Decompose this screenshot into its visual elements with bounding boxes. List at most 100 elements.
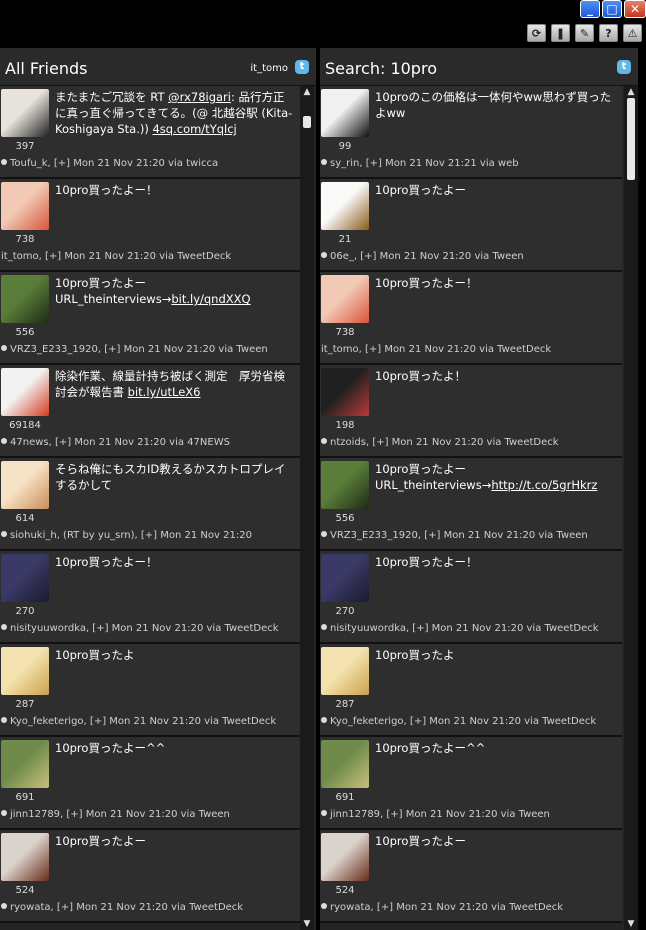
avatar[interactable] (321, 461, 369, 509)
tweet[interactable]: 287 10pro買ったよ Kyo_feketerigo, [+] Mon 21 N… (320, 644, 622, 737)
tweet-meta[interactable]: Kyo_feketerigo, [+] Mon 21 Nov 21:20 via… (321, 716, 620, 727)
pause-button[interactable]: ❚ (551, 24, 570, 42)
unread-dot-icon (321, 810, 327, 816)
scrollbar[interactable]: ▲ ▼ (300, 86, 314, 930)
settings-button[interactable]: ✎ (575, 24, 594, 42)
tweet-meta[interactable]: 47news, [+] Mon 21 Nov 21:20 via 47NEWS (1, 437, 298, 448)
tweet-meta[interactable]: Toufu_k, [+] Mon 21 Nov 21:20 via twicca (1, 158, 298, 169)
tweet[interactable]: 270 10pro買ったよー！ nisityuuwordka, [+] Mon 21… (320, 551, 622, 644)
unread-dot-icon (321, 531, 327, 537)
avatar[interactable] (1, 740, 49, 788)
avatar[interactable] (321, 647, 369, 695)
warning-button[interactable]: ⚠ (623, 24, 642, 42)
tweet-meta[interactable]: VRZ3_E233_1920, [+] Mon 21 Nov 21:20 via… (1, 344, 298, 355)
unread-dot-icon (321, 159, 327, 165)
tweet[interactable]: 738 10pro買ったよー！ it_tomo, [+] Mon 21 Nov 21… (320, 272, 622, 365)
refresh-button[interactable]: ⟳ (527, 24, 546, 42)
tweet-meta[interactable]: ryowata, [+] Mon 21 Nov 21:20 via TweetD… (321, 902, 620, 913)
url-link[interactable]: bit.ly/utLeX6 (128, 385, 201, 399)
avatar[interactable] (1, 368, 49, 416)
maximize-button[interactable]: □ (602, 0, 622, 18)
scroll-down-icon[interactable]: ▼ (624, 918, 638, 930)
tweet-text: 10proのこの価格は一体何やww思わず買ったよww (375, 89, 616, 121)
tweet-meta[interactable]: it_tomo, [+] Mon 21 Nov 21:20 via TweetD… (1, 251, 298, 262)
follower-count: 556 (335, 513, 355, 524)
tweet-text: 10pro買ったよー！ (375, 554, 616, 570)
unread-dot-icon (1, 531, 7, 537)
avatar[interactable] (321, 275, 369, 323)
tweet[interactable]: 287 10pro買ったよ Kyo_feketerigo, [+] Mon 21 N… (0, 644, 300, 737)
tweet[interactable]: 691 10pro買ったよー^^ jinn12789, [+] Mon 21 Nov… (0, 737, 300, 830)
tweet-list[interactable]: 397 またまたご冗談を RT @rx78igari: 品行方正に真っ直ぐ帰ってき… (0, 86, 300, 930)
tweet-meta-text: VRZ3_E233_1920, [+] Mon 21 Nov 21:20 via… (330, 530, 588, 541)
tweet-meta[interactable]: jinn12789, [+] Mon 21 Nov 21:20 via Twee… (321, 809, 620, 820)
mention-link[interactable]: @rx78igari (168, 90, 231, 104)
tweet[interactable]: 21 10pro買ったよー 06e_, [+] Mon 21 Nov 21:20 v… (320, 179, 622, 272)
avatar[interactable] (321, 368, 369, 416)
tweet-meta-text: siohuki_h, (RT by yu_srn), [+] Mon 21 No… (10, 530, 252, 541)
tweet-list[interactable]: 99 10proのこの価格は一体何やww思わず買ったよww sy_rin, [+] … (320, 86, 622, 930)
tweet-meta[interactable]: jinn12789, [+] Mon 21 Nov 21:20 via Twee… (1, 809, 298, 820)
toolbar: ⟳ ❚ ✎? ⚠ (0, 18, 646, 46)
avatar[interactable] (1, 275, 49, 323)
tweet[interactable]: 556 10pro買ったよー URL_theinterviews→bit.ly/q… (0, 272, 300, 365)
tweet-meta[interactable]: 06e_, [+] Mon 21 Nov 21:20 via Tween (321, 251, 620, 262)
tweet-meta[interactable]: nisityuuwordka, [+] Mon 21 Nov 21:20 via… (1, 623, 298, 634)
scrollbar[interactable]: ▲ ▼ (624, 86, 638, 930)
scroll-up-icon[interactable]: ▲ (300, 86, 314, 98)
scroll-down-icon[interactable]: ▼ (300, 918, 314, 930)
follower-count: 270 (335, 606, 355, 617)
avatar[interactable] (1, 647, 49, 695)
help-button[interactable]: ? (599, 24, 618, 42)
avatar[interactable] (321, 182, 369, 230)
minimize-button[interactable]: _ (580, 0, 600, 18)
tweet[interactable]: 524 10pro買ったよー ryowata, [+] Mon 21 Nov 21:… (0, 830, 300, 923)
follower-count: 270 (15, 606, 35, 617)
tweet[interactable]: 397 またまたご冗談を RT @rx78igari: 品行方正に真っ直ぐ帰ってき… (0, 86, 300, 179)
tweet-text: 10pro買ったよー^^ (55, 740, 294, 756)
url-link[interactable]: bit.ly/qndXXQ (171, 292, 250, 306)
twitter-bird-icon[interactable]: t (617, 60, 631, 74)
avatar[interactable] (1, 89, 49, 137)
avatar[interactable] (1, 554, 49, 602)
scroll-thumb[interactable] (303, 116, 311, 128)
toolbar-buttons: ⟳ ❚ ✎? ⚠ (522, 24, 642, 42)
tweet-meta[interactable]: Kyo_feketerigo, [+] Mon 21 Nov 21:20 via… (1, 716, 298, 727)
tweet[interactable]: 614 そらね俺にもスカID教えるかスカトロプレイするかして siohuki_h, … (0, 458, 300, 551)
tweet[interactable]: 99 10proのこの価格は一体何やww思わず買ったよww sy_rin, [+] … (320, 86, 622, 179)
scroll-thumb[interactable] (627, 98, 635, 180)
avatar[interactable] (321, 89, 369, 137)
tweet-meta[interactable]: it_tomo, [+] Mon 21 Nov 21:20 via TweetD… (321, 344, 620, 355)
tweet-meta[interactable]: ryowata, [+] Mon 21 Nov 21:20 via TweetD… (1, 902, 298, 913)
scroll-up-icon[interactable]: ▲ (624, 86, 638, 98)
twitter-bird-icon[interactable]: t (295, 60, 309, 74)
url-link[interactable]: http://t.co/5grHkrz (491, 478, 597, 492)
maximize-icon: □ (606, 2, 618, 16)
tweet-meta[interactable]: ntzoids, [+] Mon 21 Nov 21:20 via TweetD… (321, 437, 620, 448)
tweet-meta[interactable]: VRZ3_E233_1920, [+] Mon 21 Nov 21:20 via… (321, 530, 620, 541)
avatar[interactable] (1, 833, 49, 881)
tweet-text: 10pro買ったよー (375, 182, 616, 198)
tweet[interactable]: 198 10pro買ったよ！ ntzoids, [+] Mon 21 Nov 21:… (320, 365, 622, 458)
avatar[interactable] (1, 461, 49, 509)
close-button[interactable]: ✕ (624, 0, 646, 18)
avatar[interactable] (321, 554, 369, 602)
tweet[interactable]: 524 10pro買ったよー ryowata, [+] Mon 21 Nov 21:… (320, 830, 622, 923)
avatar[interactable] (321, 833, 369, 881)
tweet-meta[interactable]: sy_rin, [+] Mon 21 Nov 21:21 via web (321, 158, 620, 169)
unread-dot-icon (1, 438, 7, 444)
tweet[interactable]: 69184 除染作業、線量計持ち被ばく測定 厚労省検討会が報告書 bit.ly/u… (0, 365, 300, 458)
tweet-meta[interactable]: nisityuuwordka, [+] Mon 21 Nov 21:20 via… (321, 623, 620, 634)
url-link[interactable]: 4sq.com/tYqlcj (152, 122, 236, 136)
avatar[interactable] (1, 182, 49, 230)
tweet-body: 10pro買ったよ (55, 648, 135, 662)
settings-icon: ✎ (579, 26, 590, 40)
tweet[interactable]: 691 10pro買ったよー^^ jinn12789, [+] Mon 21 Nov… (320, 737, 622, 830)
tweet[interactable]: 738 10pro買ったよー！ it_tomo, [+] Mon 21 Nov 21… (0, 179, 300, 272)
tweet[interactable]: 556 10pro買ったよー URL_theinterviews→http://t… (320, 458, 622, 551)
tweet-text: そらね俺にもスカID教えるかスカトロプレイするかして (55, 461, 294, 493)
follower-count: 287 (335, 699, 355, 710)
tweet[interactable]: 270 10pro買ったよー！ nisityuuwordka, [+] Mon 21… (0, 551, 300, 644)
avatar[interactable] (321, 740, 369, 788)
tweet-meta[interactable]: siohuki_h, (RT by yu_srn), [+] Mon 21 No… (1, 530, 298, 541)
